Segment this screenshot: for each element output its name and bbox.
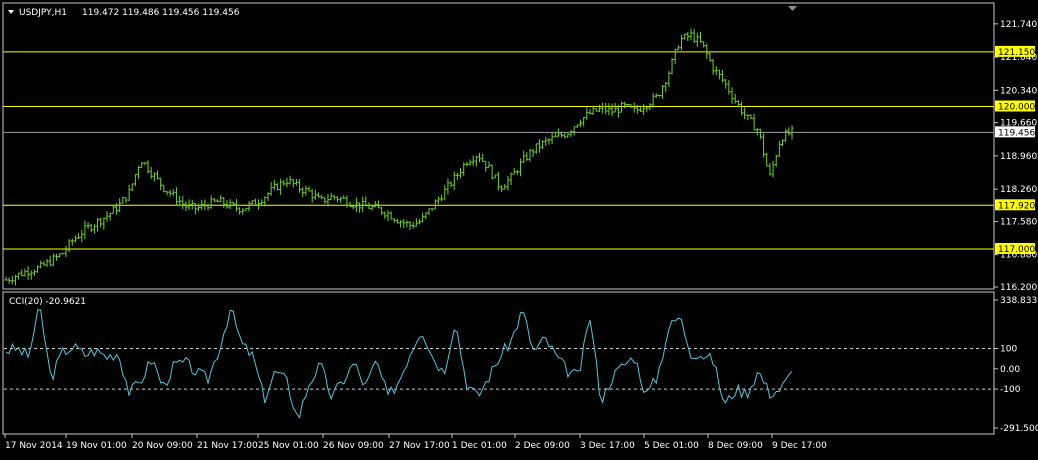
cci-tick-label: -291.5004: [1000, 424, 1038, 434]
time-axis: 17 Nov 2014 19 Nov 01:00 20 Nov 09:00 21 No…: [4, 434, 827, 451]
price-tick-label: 117.580: [1000, 217, 1037, 227]
price-tick-label: 121.740: [1000, 20, 1037, 30]
cci-path: [5, 309, 793, 419]
level-label: 121.150: [998, 48, 1035, 58]
time-tick-label: 8 Dec 09:00: [708, 441, 763, 451]
time-tick-label: 27 Nov 17:00: [389, 441, 450, 451]
chart-canvas[interactable]: 121.740121.040120.340119.660118.960118.2…: [0, 0, 1038, 456]
cci-levels: [4, 347, 993, 390]
symbol-label: USDJPY,H1: [19, 8, 67, 18]
cci-label: CCI(20) -20.9621: [9, 297, 86, 307]
time-tick-label: 3 Dec 17:00: [580, 441, 635, 451]
horizontal-levels: [3, 51, 994, 250]
shift-marker-icon[interactable]: [788, 6, 797, 11]
symbol-menu-icon[interactable]: [8, 10, 14, 14]
cci-tick-label: 100: [1000, 344, 1017, 354]
cci-tick-label: 0.00: [1000, 365, 1020, 375]
time-tick-label: 19 Nov 01:00: [66, 441, 127, 451]
time-tick-label: 1 Dec 01:00: [452, 441, 507, 451]
level-label: 117.920: [998, 201, 1035, 211]
price-bars: [4, 28, 794, 286]
time-tick-label: 2 Dec 09:00: [515, 441, 570, 451]
trading-chart-window[interactable]: 121.740 121.040 120.340 119.660 118.960 118.2…: [0, 0, 1038, 456]
price-tick-label: 118.260: [1000, 185, 1037, 195]
cci-tick-label: 338.833: [1000, 296, 1037, 306]
level-label: 117.000: [998, 245, 1035, 255]
level-label: 120.000: [998, 103, 1035, 113]
time-tick-label: 26 Nov 09:00: [323, 441, 384, 451]
time-tick-label: 5 Dec 01:00: [644, 441, 699, 451]
price-pane-frame: [2, 2, 995, 290]
cci-axis: 338.833 100 0.00 -100 -291.5004: [994, 296, 1038, 434]
time-tick-label: 21 Nov 17:00: [197, 441, 258, 451]
bid-label: 119.456: [998, 128, 1035, 138]
time-tick-label: 9 Dec 17:00: [772, 441, 827, 451]
ohlc-values: 119.472 119.486 119.456 119.456: [82, 8, 240, 18]
time-tick-label: 17 Nov 2014: [5, 441, 63, 451]
time-tick-label: 20 Nov 09:00: [132, 441, 193, 451]
price-tick-label: 116.200: [1000, 283, 1037, 293]
cci-indicator-line: [5, 309, 793, 419]
price-tick-label: 118.960: [1000, 152, 1037, 162]
price-tick-label: 120.340: [1000, 86, 1037, 96]
time-tick-label: 25 Nov 01:00: [258, 441, 319, 451]
cci-tick-label: -100: [1000, 385, 1021, 395]
